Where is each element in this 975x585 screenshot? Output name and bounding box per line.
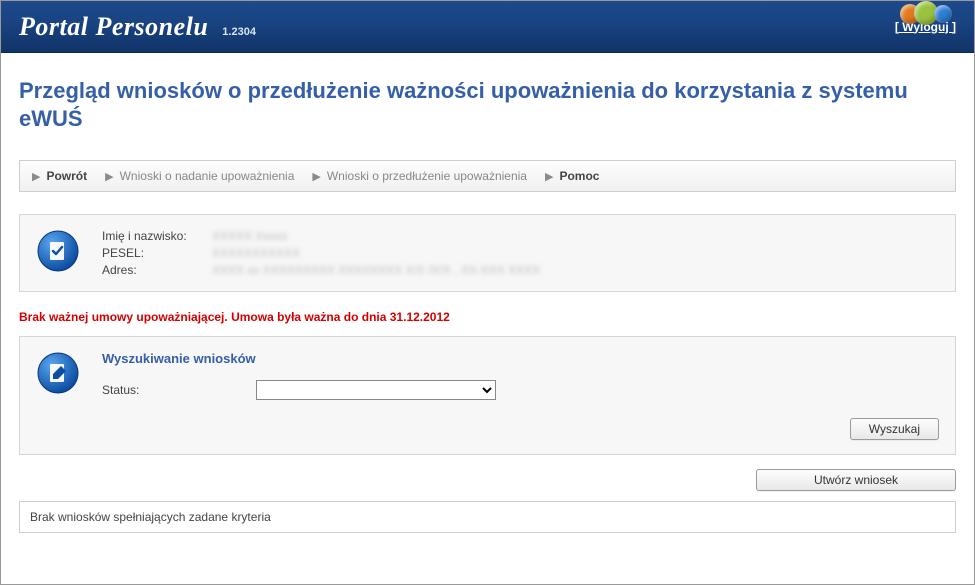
document-check-icon [36, 229, 80, 273]
address-value: XXXX xx XXXXXXXXX XXXXXXXX X/X /X/X , XX… [212, 263, 540, 277]
document-edit-icon [36, 351, 80, 395]
address-label: Adres: [102, 263, 212, 277]
name-value: XXXXX Xxxxx [212, 229, 540, 243]
nav-help[interactable]: ▶ Pomoc [545, 169, 599, 183]
create-request-button[interactable]: Utwórz wniosek [756, 469, 956, 491]
page-title: Przegląd wniosków o przedłużenie ważnośc… [19, 77, 956, 132]
breadcrumb-nav: ▶ Powrót ▶ Wnioski o nadanie upoważnieni… [19, 160, 956, 192]
search-title: Wyszukiwanie wniosków [102, 351, 939, 366]
status-label: Status: [102, 383, 242, 397]
search-panel: Wyszukiwanie wniosków Status: Wyszukaj [19, 336, 956, 455]
pesel-label: PESEL: [102, 246, 212, 260]
nav-back[interactable]: ▶ Powrót [32, 169, 87, 183]
nav-help-label: Pomoc [559, 169, 599, 183]
app-version: 1.2304 [222, 26, 256, 38]
nav-grant-requests[interactable]: ▶ Wnioski o nadanie upoważnienia [105, 169, 294, 183]
identity-panel: Imię i nazwisko: XXXXX Xxxxx PESEL: XXXX… [19, 214, 956, 292]
arrow-right-icon: ▶ [545, 170, 553, 183]
logo-icon [900, 0, 960, 27]
status-select[interactable] [256, 380, 496, 400]
arrow-right-icon: ▶ [312, 170, 320, 183]
results-empty-message: Brak wniosków spełniających zadane kryte… [19, 501, 956, 533]
nav-extend-label: Wnioski o przedłużenie upoważnienia [327, 169, 527, 183]
name-label: Imię i nazwisko: [102, 229, 212, 243]
app-title: Portal Personelu [19, 12, 208, 42]
nav-extend-requests[interactable]: ▶ Wnioski o przedłużenie upoważnienia [312, 169, 527, 183]
nav-back-label: Powrót [46, 169, 87, 183]
arrow-right-icon: ▶ [105, 170, 113, 183]
app-header: Portal Personelu 1.2304 [ Wyloguj ] [1, 1, 974, 53]
contract-warning: Brak ważnej umowy upoważniającej. Umowa … [19, 310, 956, 324]
app-window: Portal Personelu 1.2304 [ Wyloguj ] Prze… [0, 0, 975, 585]
nav-grant-label: Wnioski o nadanie upoważnienia [120, 169, 295, 183]
search-button[interactable]: Wyszukaj [850, 418, 939, 440]
arrow-right-icon: ▶ [32, 170, 40, 183]
pesel-value: XXXXXXXXXXX [212, 246, 540, 260]
